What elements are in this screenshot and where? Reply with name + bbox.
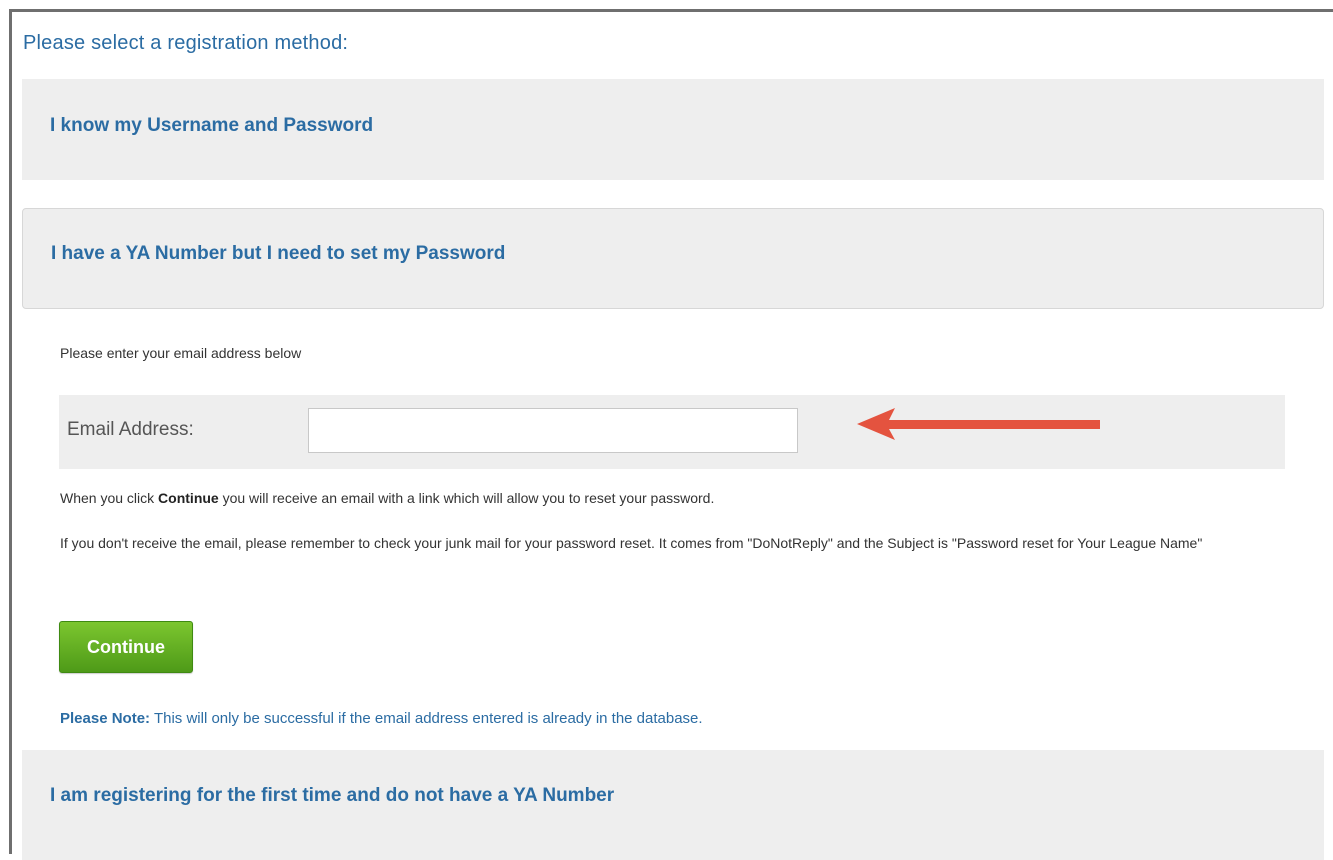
panel-title-first-time[interactable]: I am registering for the first time and … [50,785,614,807]
panel-title-username-password[interactable]: I know my Username and Password [50,115,373,137]
panel-ya-number[interactable]: I have a YA Number but I need to set my … [22,208,1324,309]
note-body: This will only be successful if the emai… [150,710,703,727]
panel-first-time[interactable]: I am registering for the first time and … [22,750,1324,860]
note-label: Please Note: [60,710,151,727]
info-line1-bold: Continue [158,490,219,506]
panel-username-password[interactable]: I know my Username and Password [22,79,1324,180]
info-junk-mail-text: If you don't receive the email, please r… [60,535,1203,551]
email-instruction: Please enter your email address below [60,345,302,361]
page-title: Please select a registration method: [23,32,349,54]
registration-window: Please select a registration method: I k… [9,9,1333,860]
email-label: Email Address: [67,419,194,440]
info-continue-text: When you click Continue you will receive… [60,486,1300,510]
info-line1-prefix: When you click [60,490,159,506]
continue-button[interactable]: Continue [59,621,193,673]
panel-title-ya-number[interactable]: I have a YA Number but I need to set my … [51,243,505,265]
info-line1-suffix: you will receive an email with a link wh… [218,490,715,506]
note-text: Please Note: This will only be successfu… [60,710,703,727]
annotation-arrow-icon [857,408,1100,440]
email-input[interactable] [308,408,798,453]
